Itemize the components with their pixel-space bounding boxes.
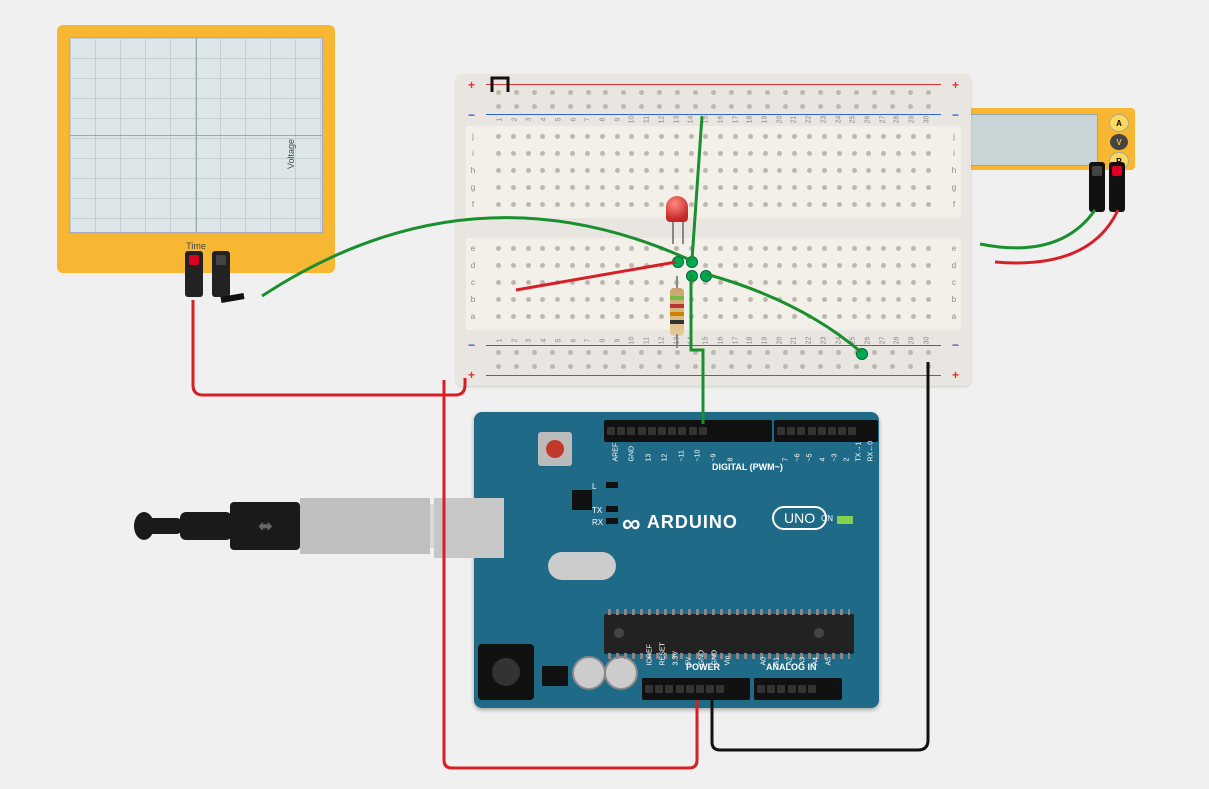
breadboard[interactable]: + + − − 12345678910111213141516171819202… xyxy=(456,74,971,386)
oscilloscope[interactable]: Time Voltage xyxy=(57,25,335,273)
oscilloscope-probe-positive[interactable] xyxy=(185,251,203,297)
arduino-on-led xyxy=(837,516,853,524)
arduino-digital-label: DIGITAL (PWM~) xyxy=(712,462,783,472)
oscilloscope-probe-negative[interactable] xyxy=(212,251,230,297)
arduino-capacitor xyxy=(604,656,638,690)
wire-node[interactable] xyxy=(686,270,698,282)
wire-green xyxy=(980,210,1095,248)
breadboard-terminal-strip-lower[interactable]: 1234567891011121314151617181920212223242… xyxy=(466,238,961,330)
multimeter-mode-amp[interactable]: A xyxy=(1109,114,1129,132)
oscilloscope-y-axis-label: Voltage xyxy=(286,139,296,169)
arduino-model-label: UNO xyxy=(772,506,827,530)
wire-red xyxy=(193,300,465,395)
oscilloscope-screen xyxy=(69,37,323,233)
led-cathode-leg xyxy=(682,222,684,244)
arduino-capacitor xyxy=(572,656,606,690)
arduino-reset-button[interactable] xyxy=(538,432,572,466)
rail-minus-icon: − xyxy=(468,108,475,122)
resistor-component[interactable] xyxy=(670,288,684,336)
multimeter-probe-positive[interactable] xyxy=(1109,162,1125,212)
breadboard-bottom-rail[interactable]: + + − − xyxy=(466,340,961,380)
arduino-digital-header-right[interactable] xyxy=(774,420,878,442)
wire-node[interactable] xyxy=(686,256,698,268)
wire-node[interactable] xyxy=(856,348,868,360)
arduino-uno-board[interactable]: DIGITAL (PWM~) POWER ANALOG IN ∞ ARDUINO… xyxy=(474,412,879,708)
oscilloscope-x-axis-label: Time xyxy=(57,241,335,251)
arduino-power-header[interactable] xyxy=(642,678,750,700)
simulator-canvas[interactable]: Time Voltage A V R + + − − 1234567891011… xyxy=(0,0,1209,789)
breadboard-terminal-strip-upper[interactable]: 1234567891011121314151617181920212223242… xyxy=(466,126,961,218)
wire-node[interactable] xyxy=(672,256,684,268)
led-component[interactable] xyxy=(666,196,688,222)
arduino-crystal xyxy=(548,552,616,580)
arduino-logo: ∞ ARDUINO xyxy=(622,508,738,539)
multimeter-probe-negative[interactable] xyxy=(1089,162,1105,212)
arduino-usb-port[interactable] xyxy=(434,498,504,558)
led-anode-leg xyxy=(672,222,674,244)
arduino-atmega-chip xyxy=(604,614,854,654)
arduino-analog-header[interactable] xyxy=(754,678,842,700)
arduino-digital-header-left[interactable] xyxy=(604,420,772,442)
breadboard-top-rail[interactable]: + + − − xyxy=(466,80,961,120)
wire-red xyxy=(995,210,1118,263)
svg-text:⬌: ⬌ xyxy=(258,516,273,536)
multimeter-mode-volt[interactable]: V xyxy=(1110,134,1128,150)
wire-node[interactable] xyxy=(700,270,712,282)
arduino-barrel-jack[interactable] xyxy=(478,644,534,700)
rail-plus-icon: + xyxy=(468,78,475,92)
